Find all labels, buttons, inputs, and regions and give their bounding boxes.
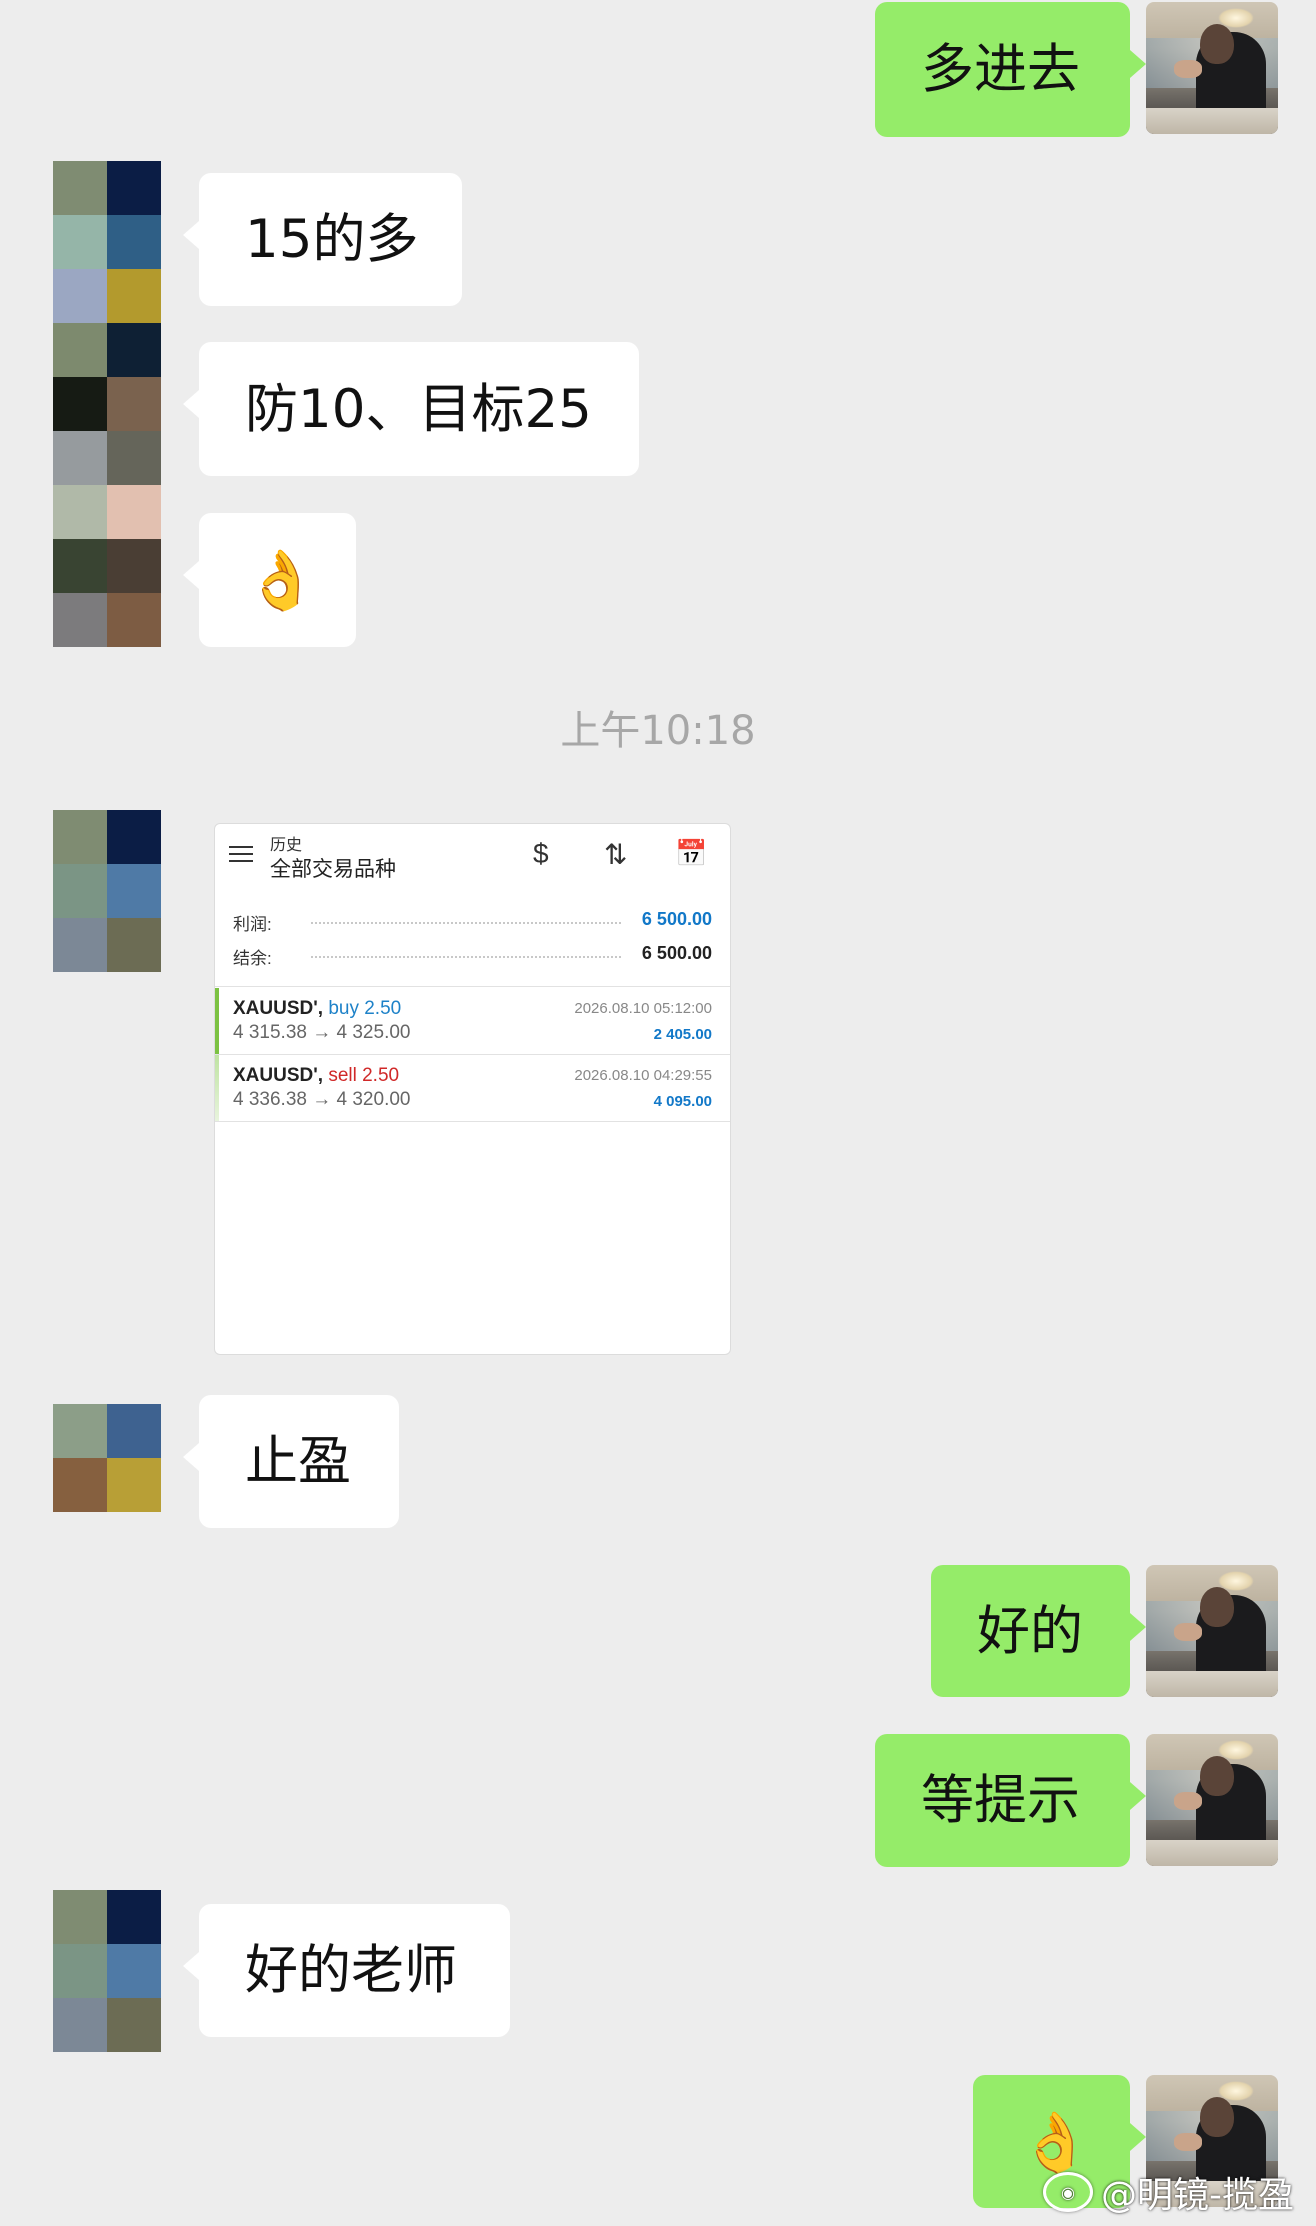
section-title: 历史 — [270, 837, 303, 854]
balance-value: 6 500.00 — [641, 943, 712, 963]
balance-label: 结余: — [233, 949, 272, 968]
message-bubble-out[interactable]: 好的 — [931, 1565, 1146, 1697]
trade-row[interactable]: XAUUSD', sell 2.50 4 336.38 → 4 320.00 2… — [215, 1055, 730, 1121]
message-bubble-in[interactable]: 防10、目标25 — [183, 342, 639, 476]
trade-datetime: 2026.08.10 04:29:55 — [574, 1067, 712, 1084]
message-bubble-out[interactable]: 等提示 — [875, 1734, 1146, 1867]
message-bubble-in[interactable]: 15的多 — [183, 173, 462, 306]
trade-profit: 4 095.00 — [653, 1093, 712, 1110]
avatar[interactable] — [53, 810, 161, 972]
avatar[interactable] — [1146, 2, 1278, 134]
avatar[interactable] — [1146, 1565, 1278, 1697]
trade-prices: 4 336.38 → 4 320.00 — [233, 1089, 411, 1110]
trade-row[interactable]: XAUUSD', buy 2.50 4 315.38 → 4 325.00 20… — [215, 988, 730, 1054]
dollar-sort-icon: $ — [533, 838, 549, 869]
trade-history-screenshot[interactable]: 历史 全部交易品种 $ ⇅ 📅 利润: 6 500.00 结余: 6 500.0… — [214, 823, 731, 1355]
avatar[interactable] — [53, 161, 161, 647]
profit-label: 利润: — [233, 915, 272, 934]
message-text: 15的多 — [245, 209, 419, 270]
avatar[interactable] — [1146, 1734, 1278, 1866]
message-text: 多进去 — [921, 39, 1080, 100]
trade-prices: 4 315.38 → 4 325.00 — [233, 1022, 411, 1043]
trade-symbol: XAUUSD', — [233, 1065, 324, 1086]
divider — [215, 986, 730, 987]
message-text: 防10、目标25 — [245, 378, 592, 440]
weibo-icon: ◉ — [1043, 2172, 1093, 2212]
message-bubble-in[interactable]: 止盈 — [183, 1395, 399, 1528]
divider — [215, 1121, 730, 1122]
watermark-text: @明镜-揽盈 — [1101, 2175, 1294, 2216]
timestamp: 上午10:18 — [560, 708, 756, 754]
message-text: 等提示 — [921, 1770, 1080, 1831]
message-text: 止盈 — [245, 1431, 351, 1492]
trade-direction: buy 2.50 — [328, 998, 402, 1019]
message-text: 好的老师 — [245, 1940, 457, 2001]
ok-hand-emoji: 👌 — [1019, 2107, 1092, 2176]
trade-direction: sell 2.50 — [328, 1065, 400, 1086]
calendar-icon: 📅 — [675, 838, 708, 868]
ok-hand-emoji: 👌 — [245, 546, 318, 614]
message-bubble-out[interactable]: 多进去 — [875, 2, 1146, 137]
menu-icon — [229, 846, 253, 867]
message-text: 好的 — [977, 1600, 1083, 1662]
trade-datetime: 2026.08.10 05:12:00 — [574, 1000, 712, 1017]
profit-value: 6 500.00 — [641, 909, 712, 929]
message-bubble-in[interactable]: 👌 — [183, 513, 356, 647]
avatar[interactable] — [53, 1404, 161, 1512]
trade-symbol: XAUUSD', — [233, 998, 324, 1019]
dotted-leader — [311, 922, 621, 924]
filter-label: 全部交易品种 — [270, 858, 396, 881]
sort-icon: ⇅ — [604, 839, 628, 870]
watermark: ◉ @明镜-揽盈 — [1043, 2166, 1294, 2218]
trade-profit: 2 405.00 — [653, 1026, 712, 1043]
message-bubble-in[interactable]: 好的老师 — [183, 1904, 510, 2037]
avatar[interactable] — [53, 1890, 161, 2052]
dotted-leader — [311, 956, 621, 958]
